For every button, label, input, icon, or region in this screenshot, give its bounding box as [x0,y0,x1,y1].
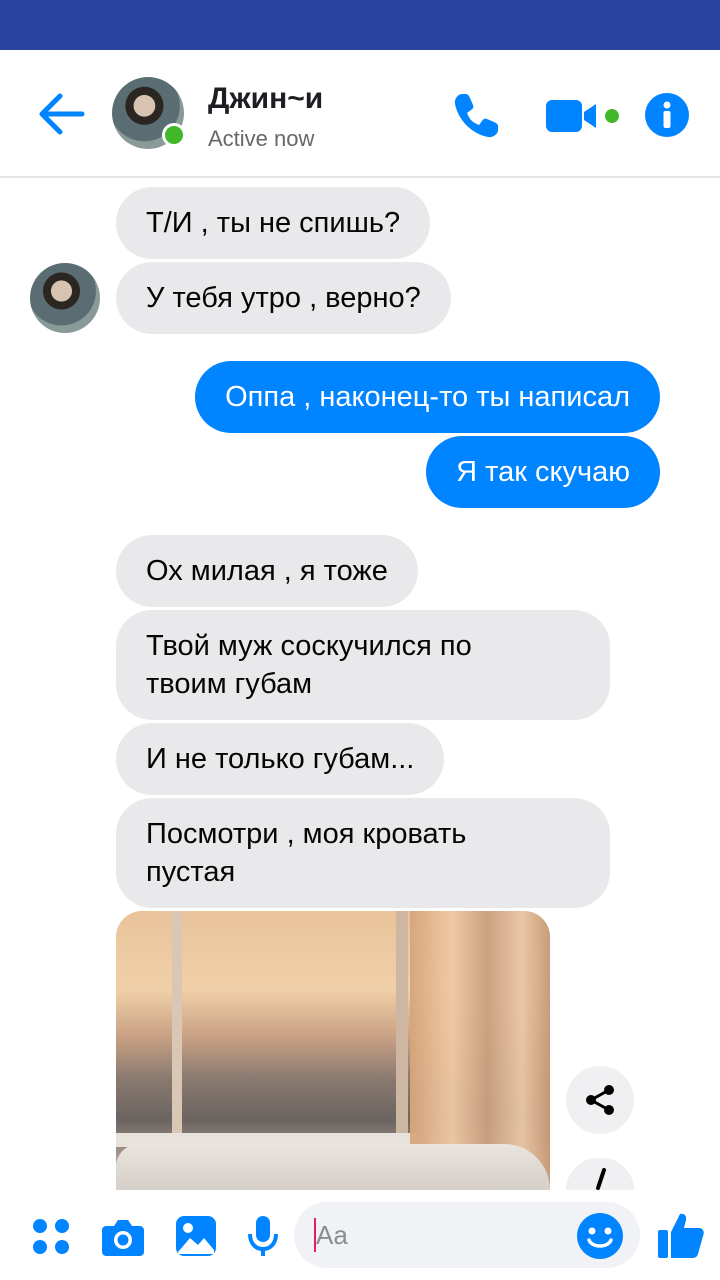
message-composer [0,1190,720,1280]
message-outgoing[interactable]: Я так скучаю [426,436,660,508]
contact-avatar[interactable] [112,77,186,149]
photo-content [396,911,408,1151]
gallery-icon[interactable] [174,1214,218,1258]
back-arrow-icon[interactable] [38,92,86,136]
sender-avatar[interactable] [30,263,100,333]
microphone-icon[interactable] [242,1214,286,1258]
info-icon[interactable] [644,92,690,138]
contact-name[interactable]: Джин~и [208,82,323,116]
phone-call-icon[interactable] [450,90,502,142]
video-call-icon[interactable] [544,96,626,136]
photo-content [116,1144,550,1190]
message-incoming[interactable]: Т/И , ты не спишь? [116,187,431,259]
message-incoming[interactable]: Посмотри , моя кровать пустая [116,798,610,908]
message-incoming[interactable]: У тебя утро , верно? [116,262,451,334]
share-icon[interactable] [566,1066,634,1134]
message-input-box[interactable] [294,1202,640,1268]
camera-icon[interactable] [100,1214,144,1258]
photo-content [172,911,182,1151]
active-status: Active now [208,126,315,151]
message-outgoing[interactable]: Оппа , наконец-то ты написал [195,361,660,433]
download-icon[interactable] [566,1158,634,1190]
emoji-icon[interactable] [576,1212,624,1260]
message-input[interactable] [316,1216,566,1254]
online-indicator [162,123,186,147]
shared-photo[interactable] [116,911,550,1190]
status-bar [0,0,720,50]
apps-icon[interactable] [30,1214,74,1258]
chat-header: Джин~и Active now [0,50,720,178]
message-incoming[interactable]: Ох милая , я тоже [116,535,418,607]
thumbs-up-icon[interactable] [656,1210,706,1260]
message-incoming[interactable]: И не только губам... [116,723,445,795]
message-incoming[interactable]: Твой муж соскучился по твоим губам [116,610,610,720]
